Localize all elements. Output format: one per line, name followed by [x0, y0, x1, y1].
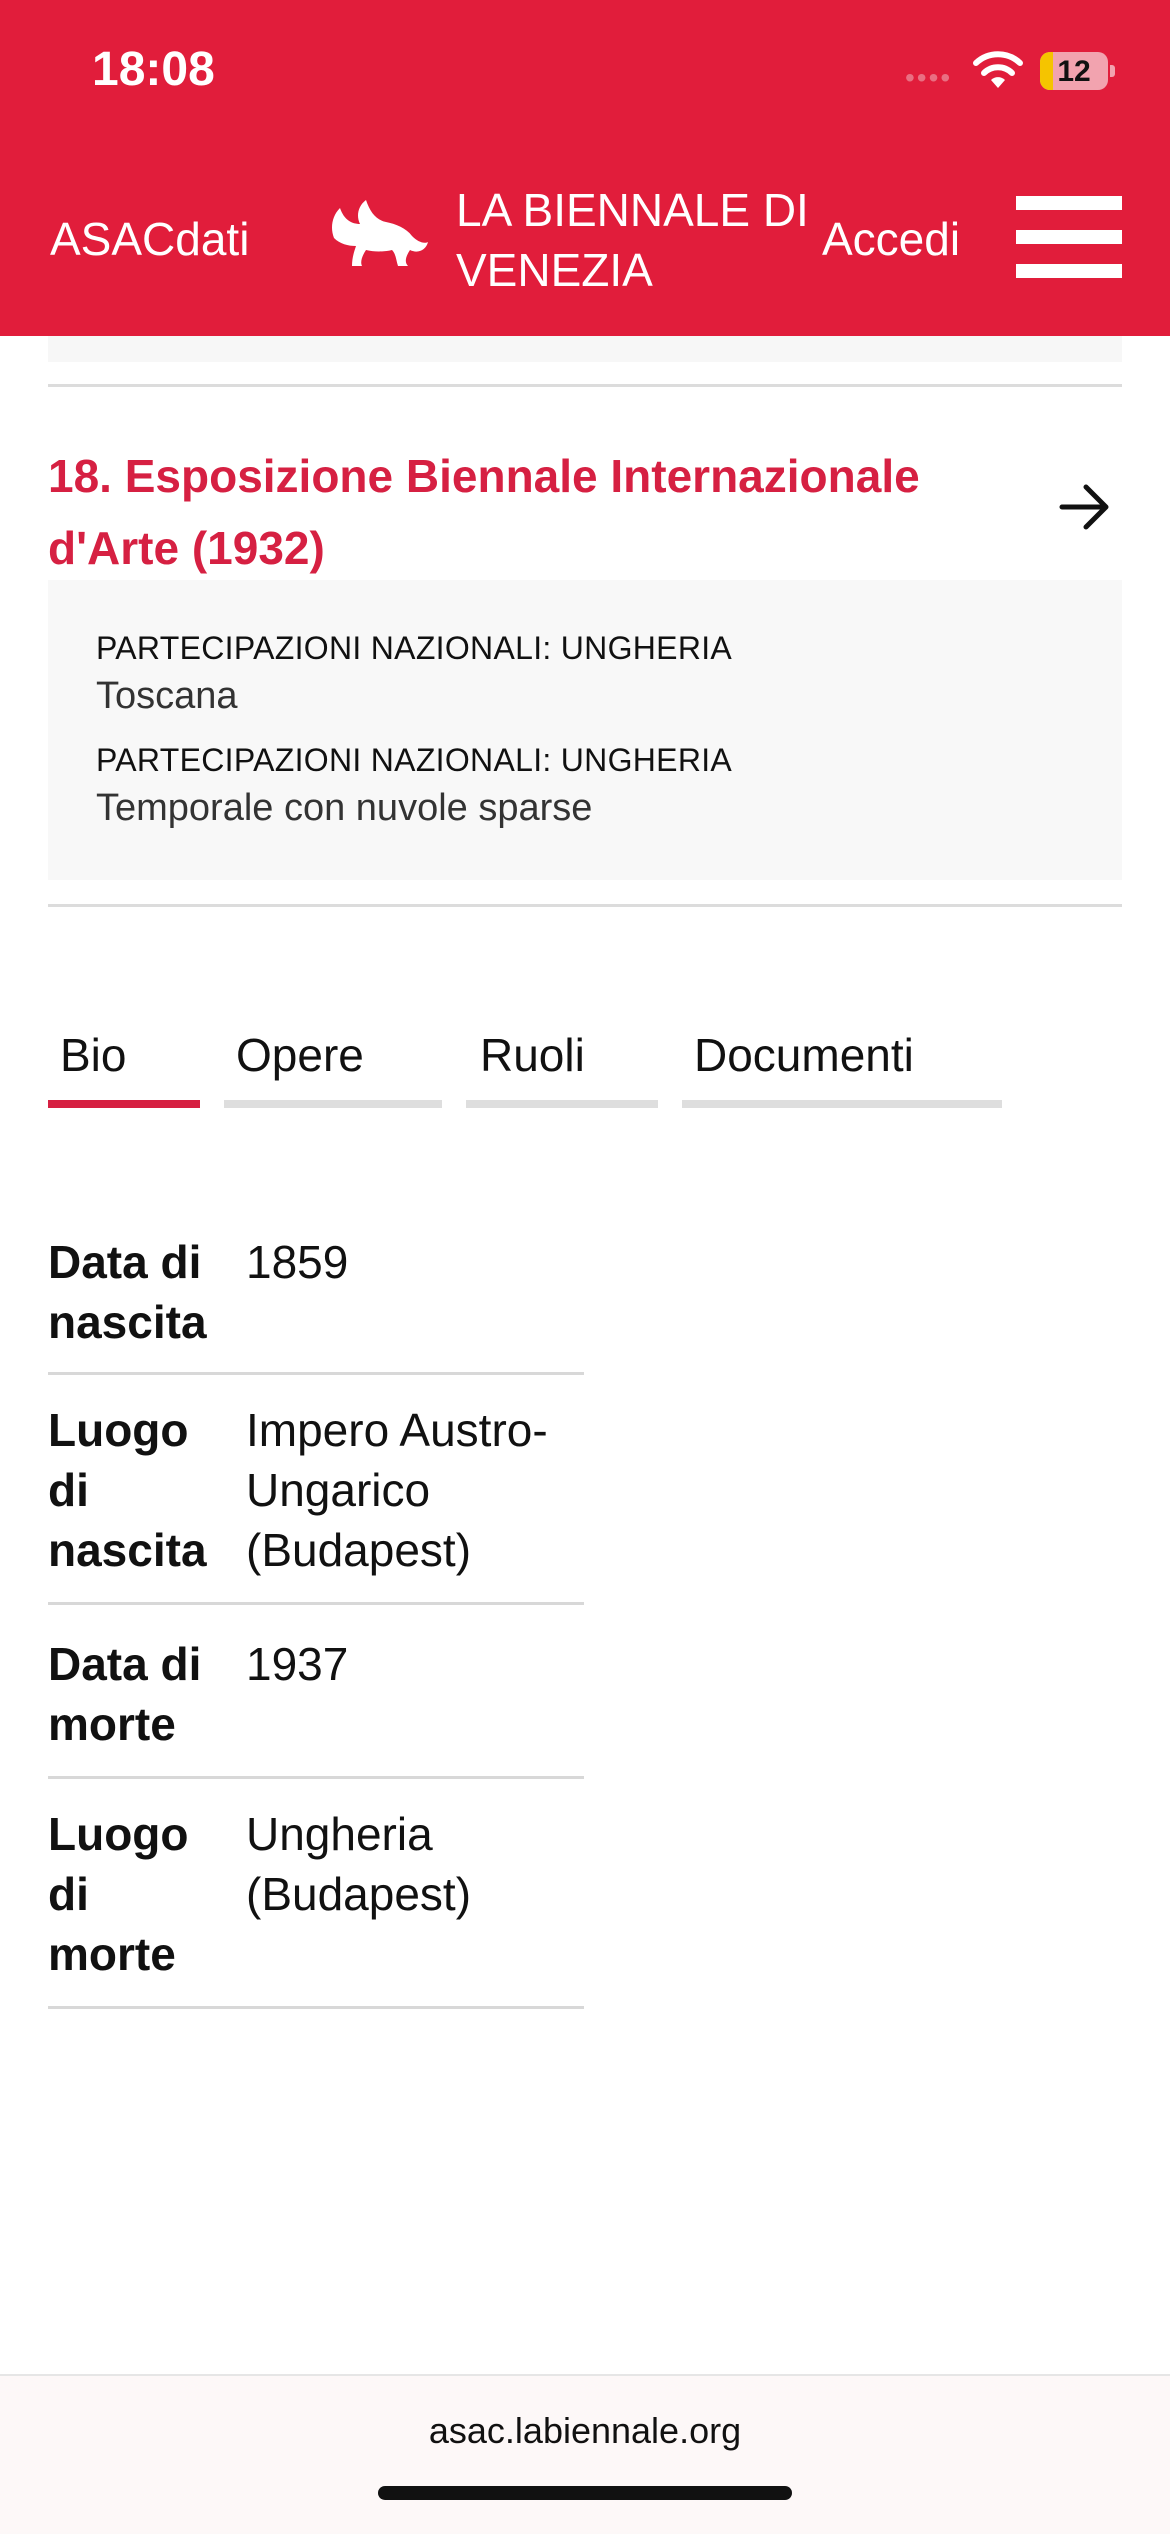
divider: [48, 1602, 584, 1605]
work-title[interactable]: Toscana: [96, 675, 732, 718]
tab-opere[interactable]: Opere: [236, 1028, 364, 1082]
divider: [48, 1776, 584, 1779]
divider: [48, 1372, 584, 1375]
divider: [48, 2006, 584, 2009]
list-item: PARTECIPAZIONI NAZIONALI: UNGHERIA Tosca…: [96, 630, 732, 718]
brand-title[interactable]: LA BIENNALE DI VENEZIA: [456, 180, 826, 300]
work-category: PARTECIPAZIONI NAZIONALI: UNGHERIA: [96, 630, 733, 666]
work-title[interactable]: Temporale con nuvole sparse: [96, 787, 732, 830]
divider: [48, 904, 1122, 907]
signal-icon: ••••: [905, 62, 953, 93]
login-link[interactable]: Accedi: [822, 212, 960, 266]
wifi-icon: [973, 51, 1023, 88]
bio-label: Luogo di morte: [48, 1808, 189, 1980]
tab-documenti[interactable]: Documenti: [694, 1028, 914, 1082]
work-category: PARTECIPAZIONI NAZIONALI: UNGHERIA: [96, 742, 733, 778]
tab-ruoli[interactable]: Ruoli: [480, 1028, 585, 1082]
status-time: 18:08: [92, 43, 215, 96]
app-header: 18:08 •••• 12 ASACdati LA BIENNALE DI VE…: [0, 0, 1170, 336]
exhibition-title[interactable]: 18. Esposizione Biennale Internazionale …: [48, 440, 1008, 584]
arrow-right-icon[interactable]: [1058, 482, 1112, 532]
tab-ruoli-indicator: [466, 1100, 658, 1108]
hamburger-menu-icon[interactable]: [1016, 196, 1122, 278]
tab-bio-indicator: [48, 1100, 200, 1108]
home-indicator[interactable]: [378, 2486, 792, 2500]
battery-icon: 12: [1040, 52, 1115, 90]
bio-value: 1859: [246, 1236, 349, 1288]
bio-label: Luogo di nascita: [48, 1404, 207, 1576]
url-text[interactable]: asac.labiennale.org: [0, 2410, 1170, 2452]
winged-lion-logo-icon[interactable]: [326, 198, 430, 268]
browser-address-bar[interactable]: [0, 2374, 1170, 2534]
previous-card-bottom: [48, 336, 1122, 362]
app-name-link[interactable]: ASACdati: [50, 212, 249, 266]
bio-label: Data di nascita: [48, 1236, 207, 1348]
exhibition-works-box: PARTECIPAZIONI NAZIONALI: UNGHERIA Tosca…: [48, 580, 1122, 880]
bio-value: 1937: [246, 1638, 349, 1690]
battery-level: 12: [1057, 55, 1091, 88]
tab-opere-indicator: [224, 1100, 442, 1108]
list-item: PARTECIPAZIONI NAZIONALI: UNGHERIA Tempo…: [96, 742, 732, 830]
bio-value: Impero Austro-Ungarico (Budapest): [246, 1404, 548, 1576]
tab-bio[interactable]: Bio: [60, 1028, 126, 1082]
tab-documenti-indicator: [682, 1100, 1002, 1108]
bio-value: Ungheria (Budapest): [246, 1808, 472, 1920]
bio-label: Data di morte: [48, 1638, 202, 1750]
divider: [48, 384, 1122, 387]
